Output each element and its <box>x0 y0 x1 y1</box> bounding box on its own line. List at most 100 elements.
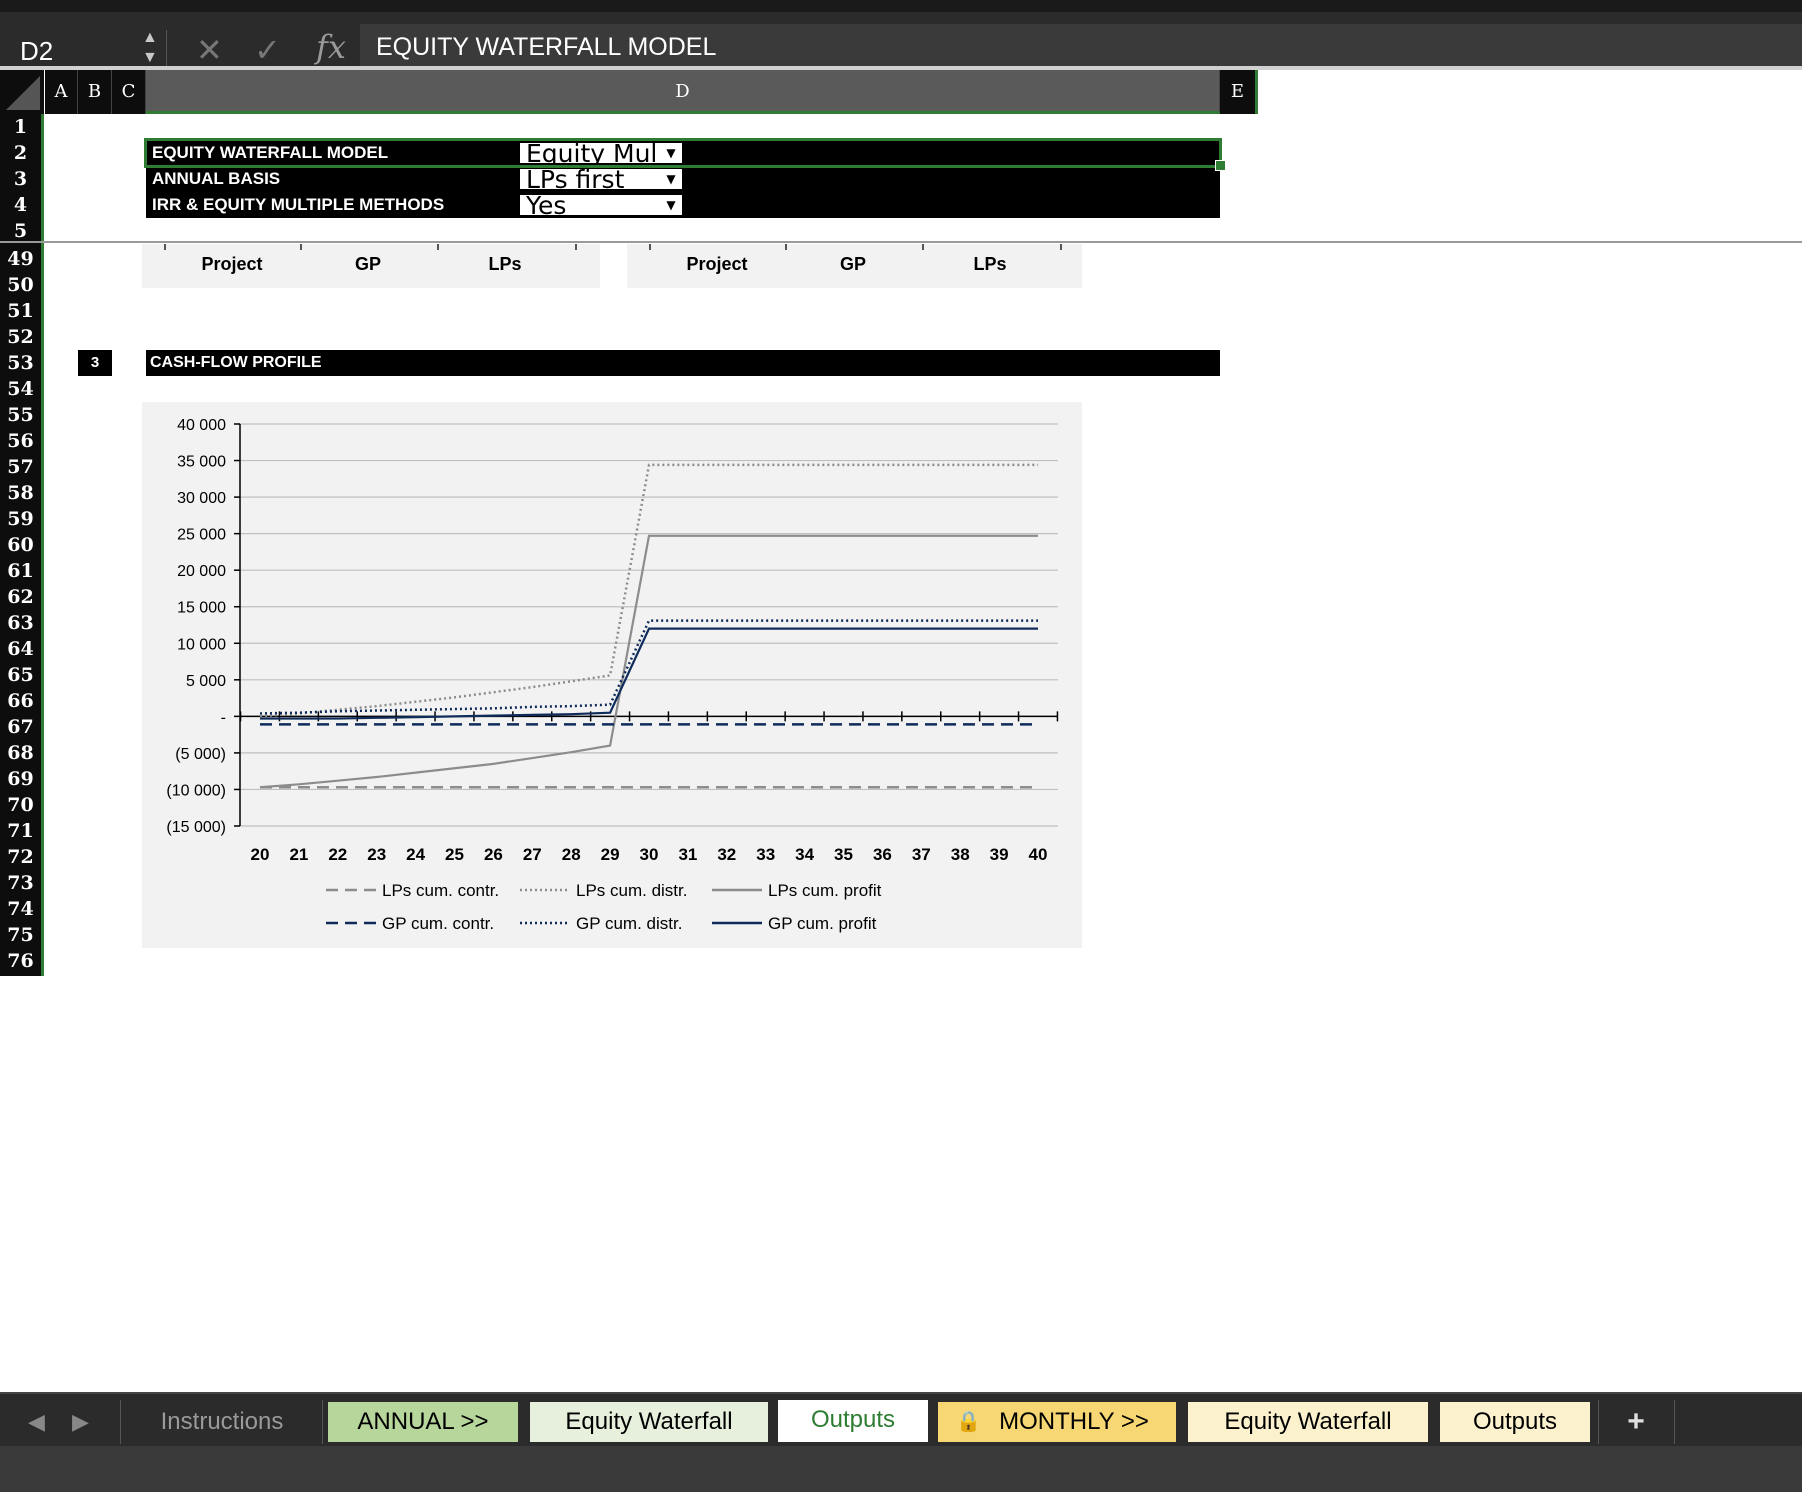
dropdown-value: Yes <box>526 193 567 217</box>
x-tick-label: 32 <box>717 845 736 864</box>
name-box-stepper-icon[interactable]: ▲ ▼ <box>142 28 158 68</box>
tab-monthly[interactable]: 🔒 MONTHLY >> <box>938 1402 1176 1442</box>
row-header-52[interactable]: 52 <box>0 324 41 350</box>
basis-row: ANNUAL BASIS LPs first ▼ <box>146 166 1220 192</box>
lock-icon: 🔒 <box>956 1411 981 1433</box>
row-header-63[interactable]: 63 <box>0 610 41 636</box>
tab-outputs-annual[interactable]: Outputs <box>778 1400 928 1442</box>
row-header-66[interactable]: 66 <box>0 688 41 714</box>
row-header-49[interactable]: 49 <box>0 246 41 272</box>
column-label-project: Project <box>686 254 748 274</box>
row-header-73[interactable]: 73 <box>0 870 41 896</box>
x-tick-label: 30 <box>640 845 659 864</box>
row-header-51[interactable]: 51 <box>0 298 41 324</box>
basis-dropdown[interactable]: LPs first ▼ <box>518 167 684 191</box>
select-all-corner[interactable] <box>0 70 44 114</box>
row-header-70[interactable]: 70 <box>0 792 41 818</box>
tab-outputs-monthly[interactable]: Outputs <box>1440 1402 1590 1442</box>
row-header-56[interactable]: 56 <box>0 428 41 454</box>
column-label-project: Project <box>201 254 263 274</box>
column-header-d[interactable]: D <box>146 70 1220 114</box>
methods-row: IRR & EQUITY MULTIPLE METHODS Yes ▼ <box>146 192 1220 218</box>
y-tick-label: (5 000) <box>175 746 226 763</box>
methods-dropdown[interactable]: Yes ▼ <box>518 193 684 217</box>
row-header-76[interactable]: 76 <box>0 948 41 974</box>
row-header-54[interactable]: 54 <box>0 376 41 402</box>
row-header-65[interactable]: 65 <box>0 662 41 688</box>
legend-label: LPs cum. profit <box>768 881 882 900</box>
row-header-3[interactable]: 3 <box>0 166 41 192</box>
x-tick-label: 28 <box>562 845 581 864</box>
cash-flow-chart[interactable]: 40 000 35 000 30 000 25 000 20 000 15 000 10 0… <box>142 402 1082 948</box>
close-icon[interactable]: ✕ <box>196 30 223 70</box>
dropdown-arrow-icon[interactable]: ▼ <box>660 169 682 189</box>
tab-annual[interactable]: ANNUAL >> <box>328 1402 518 1442</box>
x-tick-label: 34 <box>795 845 814 864</box>
chevron-left-icon[interactable]: ◀ <box>28 1402 45 1442</box>
y-tick-label: 35 000 <box>177 454 226 471</box>
tab-equity-waterfall-monthly[interactable]: Equity Waterfall <box>1188 1402 1428 1442</box>
fx-icon[interactable]: fx <box>316 28 346 66</box>
x-tick-label: 31 <box>678 845 697 864</box>
row-header-59[interactable]: 59 <box>0 506 41 532</box>
x-tick-label: 22 <box>328 845 347 864</box>
column-header-a[interactable]: A <box>45 70 78 114</box>
y-tick-label: 20 000 <box>177 563 226 580</box>
formula-bar-divider <box>166 30 167 70</box>
x-tick-label: 33 <box>756 845 775 864</box>
dropdown-arrow-icon[interactable]: ▼ <box>660 195 682 215</box>
x-tick-label: 21 <box>289 845 308 864</box>
row-header-68[interactable]: 68 <box>0 740 41 766</box>
column-header-e[interactable]: E <box>1220 70 1258 114</box>
x-tick-label: 26 <box>484 845 503 864</box>
legend-label: GP cum. profit <box>768 914 877 933</box>
status-bar <box>0 1446 1802 1492</box>
formula-input[interactable]: EQUITY WATERFALL MODEL <box>360 24 1802 70</box>
x-tick-label: 20 <box>251 845 270 864</box>
y-tick-label: (15 000) <box>166 819 226 836</box>
row-header-62[interactable]: 62 <box>0 584 41 610</box>
x-tick-label: 35 <box>834 845 853 864</box>
y-tick-label: 30 000 <box>177 490 226 507</box>
row-header-4[interactable]: 4 <box>0 192 41 218</box>
row-header-72[interactable]: 72 <box>0 844 41 870</box>
x-tick-label: 40 <box>1029 845 1048 864</box>
row-header-75[interactable]: 75 <box>0 922 41 948</box>
series-lps-cum-profit <box>259 534 1038 789</box>
row-header-55[interactable]: 55 <box>0 402 41 428</box>
series-lps-cum-distr <box>259 463 1038 718</box>
row-header-58[interactable]: 58 <box>0 480 41 506</box>
dropdown-value: LPs first <box>526 167 625 191</box>
row-header-71[interactable]: 71 <box>0 818 41 844</box>
row-header-69[interactable]: 69 <box>0 766 41 792</box>
check-icon[interactable]: ✓ <box>254 30 281 70</box>
left-table-header: Project GP LPs <box>142 244 600 288</box>
chevron-right-icon[interactable]: ▶ <box>72 1402 89 1442</box>
x-tick-label: 36 <box>873 845 892 864</box>
row-header-50[interactable]: 50 <box>0 272 41 298</box>
column-header-b[interactable]: B <box>78 70 112 114</box>
freeze-pane-line <box>0 241 1802 243</box>
x-tick-label: 29 <box>601 845 620 864</box>
tab-equity-waterfall-annual[interactable]: Equity Waterfall <box>530 1402 768 1442</box>
tab-divider <box>120 1400 121 1444</box>
row-header-53[interactable]: 53 <box>0 350 41 376</box>
column-header-c[interactable]: C <box>112 70 146 114</box>
tab-divider <box>322 1400 323 1444</box>
legend-label: LPs cum. distr. <box>576 881 687 900</box>
x-tick-label: 27 <box>523 845 542 864</box>
row-header-67[interactable]: 67 <box>0 714 41 740</box>
row-header-57[interactable]: 57 <box>0 454 41 480</box>
row-header-2[interactable]: 2 <box>0 140 41 166</box>
y-tick-label: 5 000 <box>186 673 226 690</box>
row-header-60[interactable]: 60 <box>0 532 41 558</box>
tab-instructions[interactable]: Instructions <box>124 1402 320 1442</box>
column-label-gp: GP <box>354 254 381 274</box>
row-header-64[interactable]: 64 <box>0 636 41 662</box>
add-sheet-button[interactable]: + <box>1600 1402 1672 1442</box>
fill-handle[interactable] <box>1215 160 1226 171</box>
legend-label: GP cum. contr. <box>382 914 494 933</box>
row-header-61[interactable]: 61 <box>0 558 41 584</box>
row-header-74[interactable]: 74 <box>0 896 41 922</box>
row-header-1[interactable]: 1 <box>0 114 41 140</box>
